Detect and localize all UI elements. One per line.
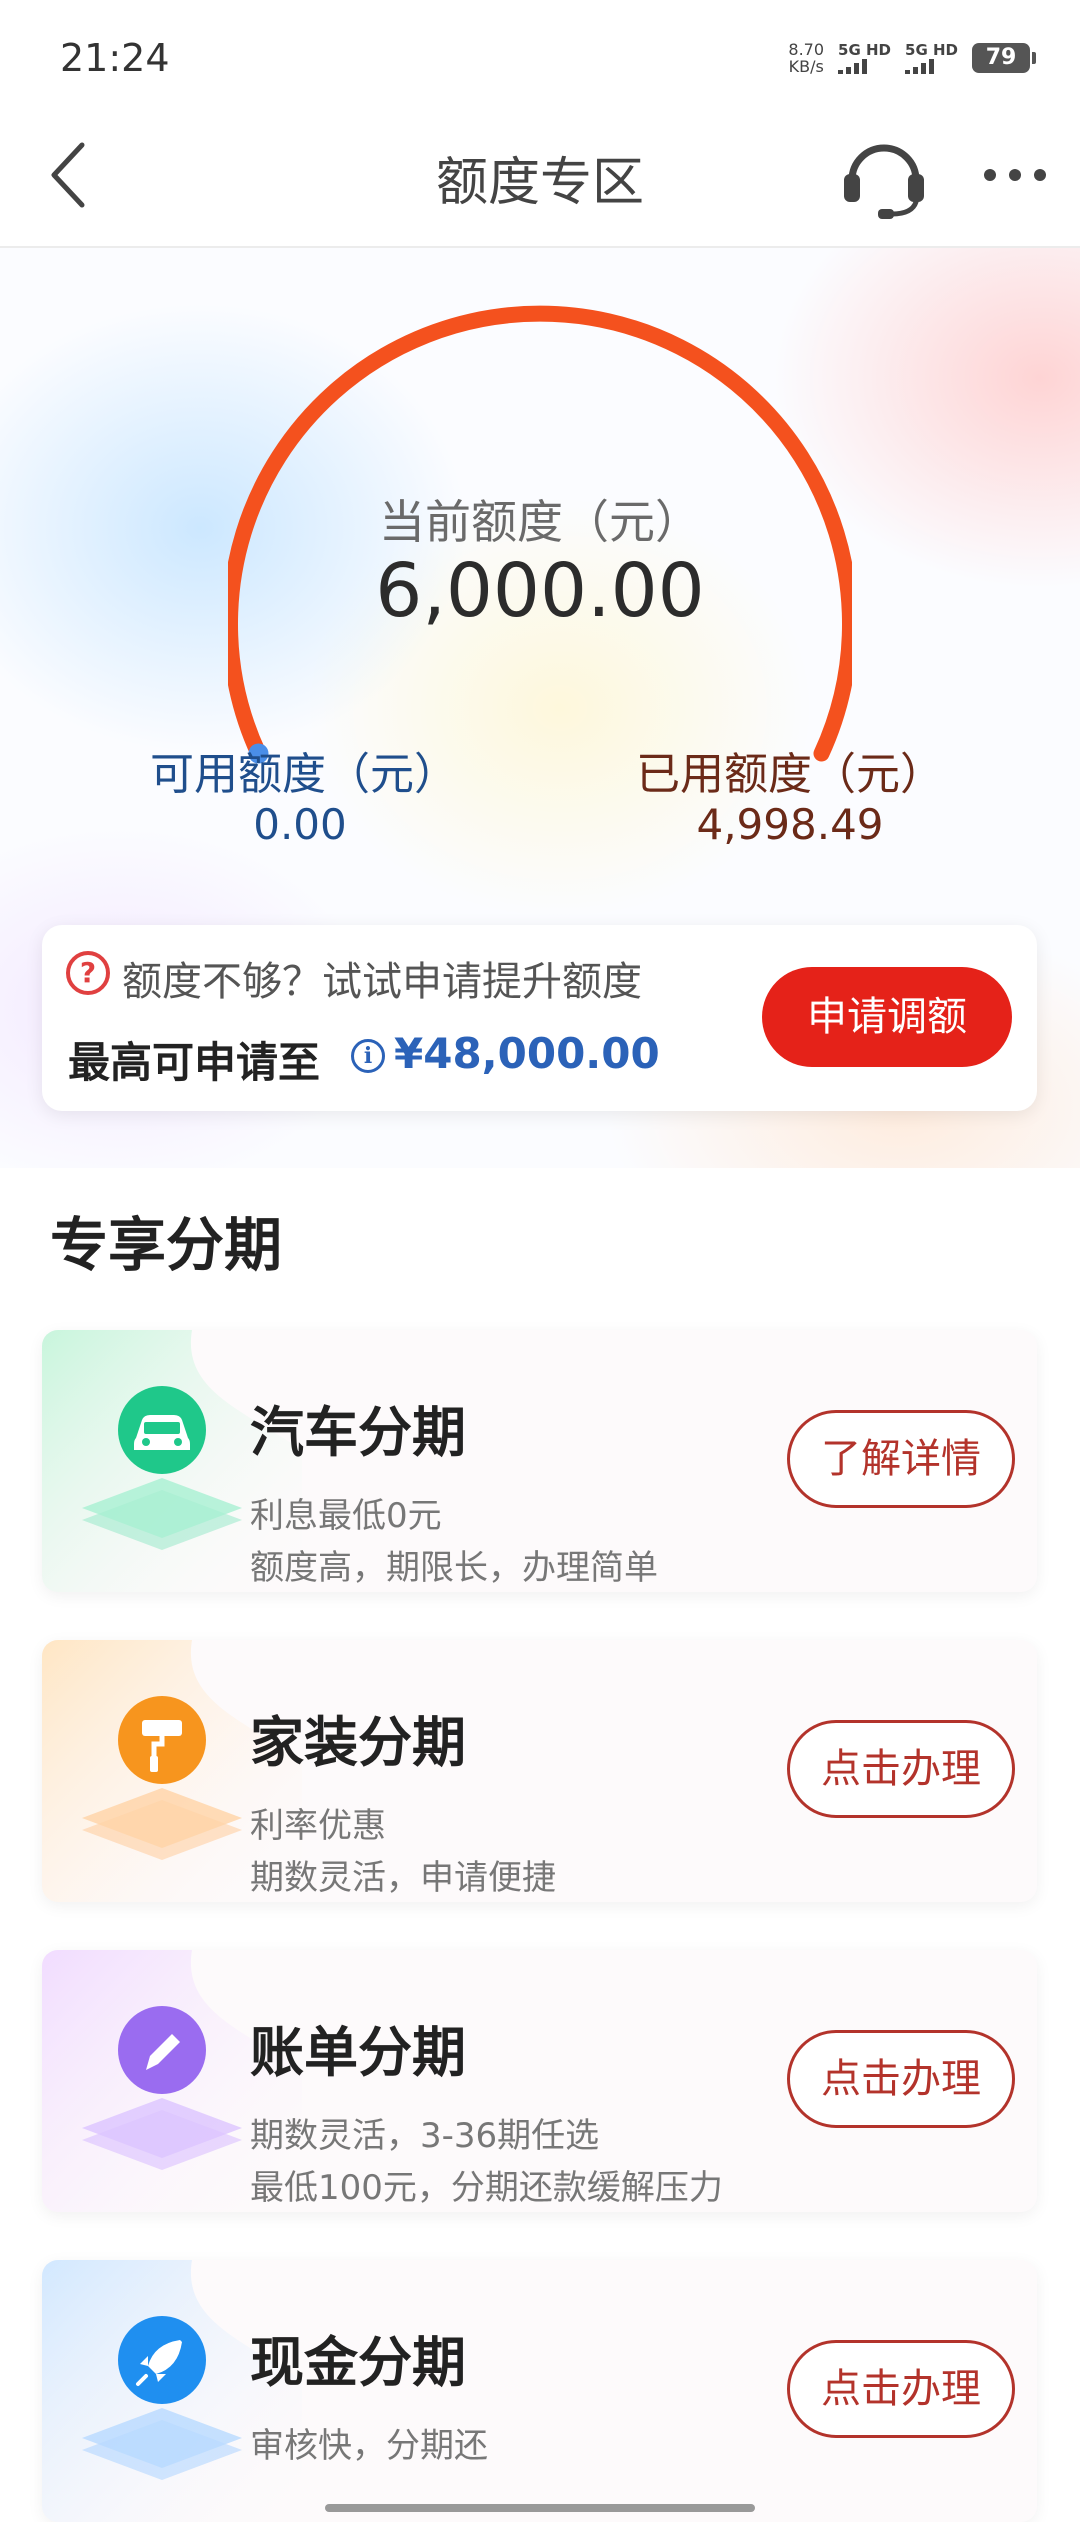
info-icon[interactable]: i — [351, 1039, 385, 1073]
paint-roller-icon — [62, 1680, 262, 1870]
card-title: 现金分期 — [250, 2331, 466, 2394]
card-desc-1: 期数灵活，3-36期任选 — [250, 2116, 600, 2156]
status-time: 21:24 — [60, 36, 170, 80]
max-apply-amount: ¥48,000.00 — [394, 1029, 660, 1078]
signal-1-icon: 5G HD — [838, 42, 891, 74]
credit-increase-card: ? 额度不够？试试申请提升额度 最高可申请至 i ¥48,000.00 申请调额 — [42, 925, 1037, 1111]
card-desc-2: 最低100元，分期还款缓解压力 — [250, 2168, 723, 2208]
customer-service-headset-icon[interactable] — [838, 130, 930, 220]
card-desc-1: 利率优惠 — [250, 1806, 386, 1846]
apply-credit-adjust-button[interactable]: 申请调额 — [762, 967, 1012, 1067]
rocket-icon — [62, 2300, 262, 2490]
status-icons: 8.70 KB/s 5G HD 5G HD 79 — [788, 38, 1036, 78]
signal-2-label: 5G HD — [905, 41, 958, 59]
signal-2-icon: 5G HD — [905, 42, 958, 74]
used-credit-label: 已用额度（元） — [636, 749, 944, 800]
available-credit-value: 0.00 — [253, 800, 347, 849]
signal-1-label: 5G HD — [838, 41, 892, 59]
current-credit-label: 当前额度（元） — [379, 495, 701, 549]
card-title: 账单分期 — [250, 2021, 466, 2084]
used-credit-value: 4,998.49 — [696, 800, 884, 849]
more-dots-icon[interactable] — [980, 160, 1050, 190]
card-desc-2: 额度高，期限长，办理简单 — [250, 1548, 658, 1588]
bill-installment-card[interactable]: 账单分期 期数灵活，3-36期任选 最低100元，分期还款缓解压力 点击办理 — [42, 1950, 1037, 2212]
apply-now-button[interactable]: 点击办理 — [787, 1720, 1015, 1818]
car-icon — [62, 1370, 262, 1560]
current-credit-value: 6,000.00 — [375, 548, 705, 634]
apply-now-button[interactable]: 点击办理 — [787, 2340, 1015, 2438]
net-speed-unit: KB/s — [788, 57, 824, 76]
home-indicator[interactable] — [325, 2504, 755, 2512]
card-desc-1: 审核快，分期还 — [250, 2426, 488, 2466]
section-title: 专享分期 — [50, 1211, 283, 1279]
card-desc-1: 利息最低0元 — [250, 1496, 442, 1536]
apply-now-button[interactable]: 点击办理 — [787, 2030, 1015, 2128]
question-icon: ? — [66, 951, 110, 995]
max-apply-label: 最高可申请至 — [68, 1038, 321, 1087]
network-speed: 8.70 KB/s — [788, 41, 824, 75]
car-installment-card[interactable]: 汽车分期 利息最低0元 额度高，期限长，办理简单 了解详情 — [42, 1330, 1037, 1592]
card-desc-2: 期数灵活，申请便捷 — [250, 1858, 556, 1898]
battery-icon: 79 — [972, 43, 1036, 73]
available-credit-label: 可用额度（元） — [150, 749, 458, 800]
credit-increase-prompt: 额度不够？试试申请提升额度 — [122, 959, 642, 1005]
net-speed-value: 8.70 — [788, 40, 825, 59]
card-title: 家装分期 — [250, 1711, 466, 1774]
home-decor-installment-card[interactable]: 家装分期 利率优惠 期数灵活，申请便捷 点击办理 — [42, 1640, 1037, 1902]
cash-installment-card[interactable]: 现金分期 审核快，分期还 点击办理 — [42, 2260, 1037, 2522]
card-title: 汽车分期 — [250, 1401, 466, 1464]
learn-more-button[interactable]: 了解详情 — [787, 1410, 1015, 1508]
pencil-icon — [62, 1990, 262, 2180]
